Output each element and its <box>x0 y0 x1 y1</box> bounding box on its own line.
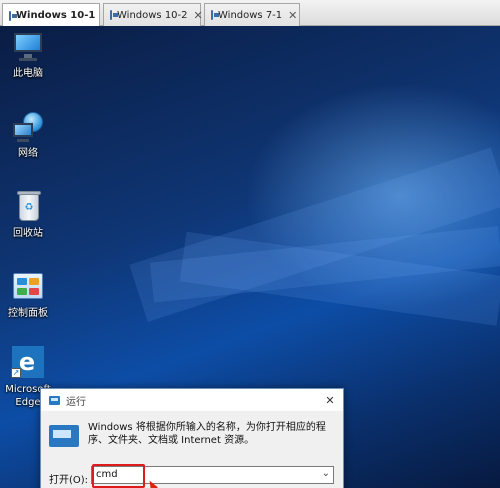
run-icon <box>49 395 60 405</box>
desktop-icon-control-panel[interactable]: 控制面板 <box>2 270 54 320</box>
close-icon[interactable]: ✕ <box>317 394 343 407</box>
desktop-icon-label: 回收站 <box>13 228 43 239</box>
run-dialog-title: 运行 <box>66 396 86 408</box>
vm-icon <box>211 10 219 20</box>
tab-windows-10-2[interactable]: Windows 10-2 ✕ <box>103 3 203 26</box>
tab-windows-7-1[interactable]: Windows 7-1 ✕ <box>204 3 300 26</box>
recycle-bin-icon: ♻ <box>11 190 45 224</box>
edge-icon: e ↗ <box>11 346 45 380</box>
vm-icon <box>9 10 17 21</box>
run-dialog-description: Windows 将根据你所输入的名称，为你打开相应的程序、文件夹、文档或 Int… <box>88 422 326 446</box>
chevron-down-icon[interactable]: ⌄ <box>322 468 330 479</box>
desktop-icon-label: 网络 <box>18 148 38 159</box>
vm-tab-bar: Windows 10-1 ✕ Windows 10-2 ✕ Windows 7-… <box>0 0 500 27</box>
desktop-icon-network[interactable]: 网络 <box>2 110 54 160</box>
run-program-icon <box>49 425 79 447</box>
close-icon[interactable]: ✕ <box>288 9 297 22</box>
run-dialog-body: Windows 将根据你所输入的名称，为你打开相应的程序、文件夹、文档或 Int… <box>41 411 343 488</box>
close-icon[interactable]: ✕ <box>194 9 203 22</box>
desktop-icon-this-pc[interactable]: 此电脑 <box>2 30 54 80</box>
this-pc-icon <box>11 30 45 64</box>
run-dialog: 运行 ✕ Windows 将根据你所输入的名称，为你打开相应的程序、文件夹、文档… <box>40 388 344 488</box>
control-panel-icon <box>11 270 45 304</box>
desktop-icon-recycle-bin[interactable]: ♻ 回收站 <box>2 190 54 240</box>
highlight-box <box>92 464 145 488</box>
vm-icon <box>110 10 118 20</box>
tab-windows-10-1[interactable]: Windows 10-1 ✕ <box>2 3 111 27</box>
shortcut-arrow-icon: ↗ <box>11 368 21 378</box>
tab-label: Windows 10-2 <box>117 9 188 21</box>
tab-label: Windows 7-1 <box>218 9 283 21</box>
run-dialog-titlebar[interactable]: 运行 ✕ <box>41 389 343 411</box>
network-icon <box>11 110 45 144</box>
desktop-icon-label: 此电脑 <box>13 68 43 79</box>
open-label: 打开(O): <box>49 475 89 486</box>
desktop-icon-label: 控制面板 <box>8 308 48 319</box>
tab-label: Windows 10-1 <box>16 10 96 21</box>
